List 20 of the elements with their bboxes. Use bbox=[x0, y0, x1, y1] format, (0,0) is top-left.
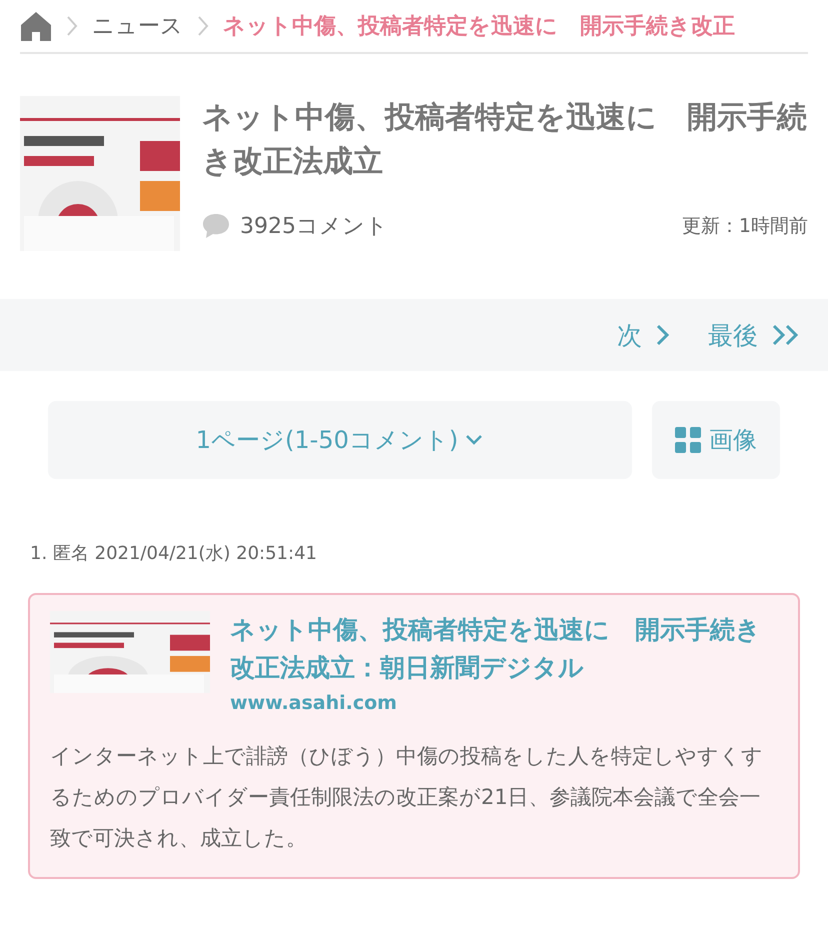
link-title[interactable]: ネット中傷、投稿者特定を迅速に 開示手続き改正法成立：朝日新聞デジタル bbox=[230, 611, 778, 686]
updated-time: 更新：1時間前 bbox=[682, 214, 808, 239]
breadcrumb-link[interactable]: ニュース bbox=[92, 11, 183, 41]
speech-bubble-icon bbox=[202, 213, 230, 239]
grid-icon bbox=[675, 427, 701, 453]
comment-header: 1. 匿名 2021/04/21(水) 20:51:41 bbox=[29, 542, 318, 566]
pager-link[interactable]: 最後 bbox=[708, 318, 802, 352]
page-select[interactable]: 1ページ(1-50コメント) bbox=[48, 401, 632, 479]
image-button[interactable]: 画像 bbox=[652, 401, 780, 479]
chevron-icon bbox=[66, 14, 78, 38]
comment-count: 3925コメント bbox=[240, 213, 388, 241]
caret-icon bbox=[464, 433, 484, 447]
chevron-icon bbox=[654, 323, 672, 347]
link-summary: インターネット上で誹謗（ひぼう）中傷の投稿をした人を特定しやすくするためのプロバイダー責任制限法の改正案が21日、参議院本会議で全会一致で可決され、成立した。 bbox=[50, 743, 764, 852]
breadcrumb-current: ネット中傷、投稿者特定を迅速に 開示手続き改正 bbox=[223, 12, 735, 41]
link-url: www.asahi.com bbox=[230, 692, 398, 714]
article-title[interactable]: ネット中傷、投稿者特定を迅速に 開示手続き改正法成立 bbox=[202, 96, 808, 183]
chevron-icon bbox=[197, 14, 209, 38]
home-icon[interactable] bbox=[20, 11, 52, 41]
pager-link[interactable]: 次 bbox=[617, 318, 672, 352]
